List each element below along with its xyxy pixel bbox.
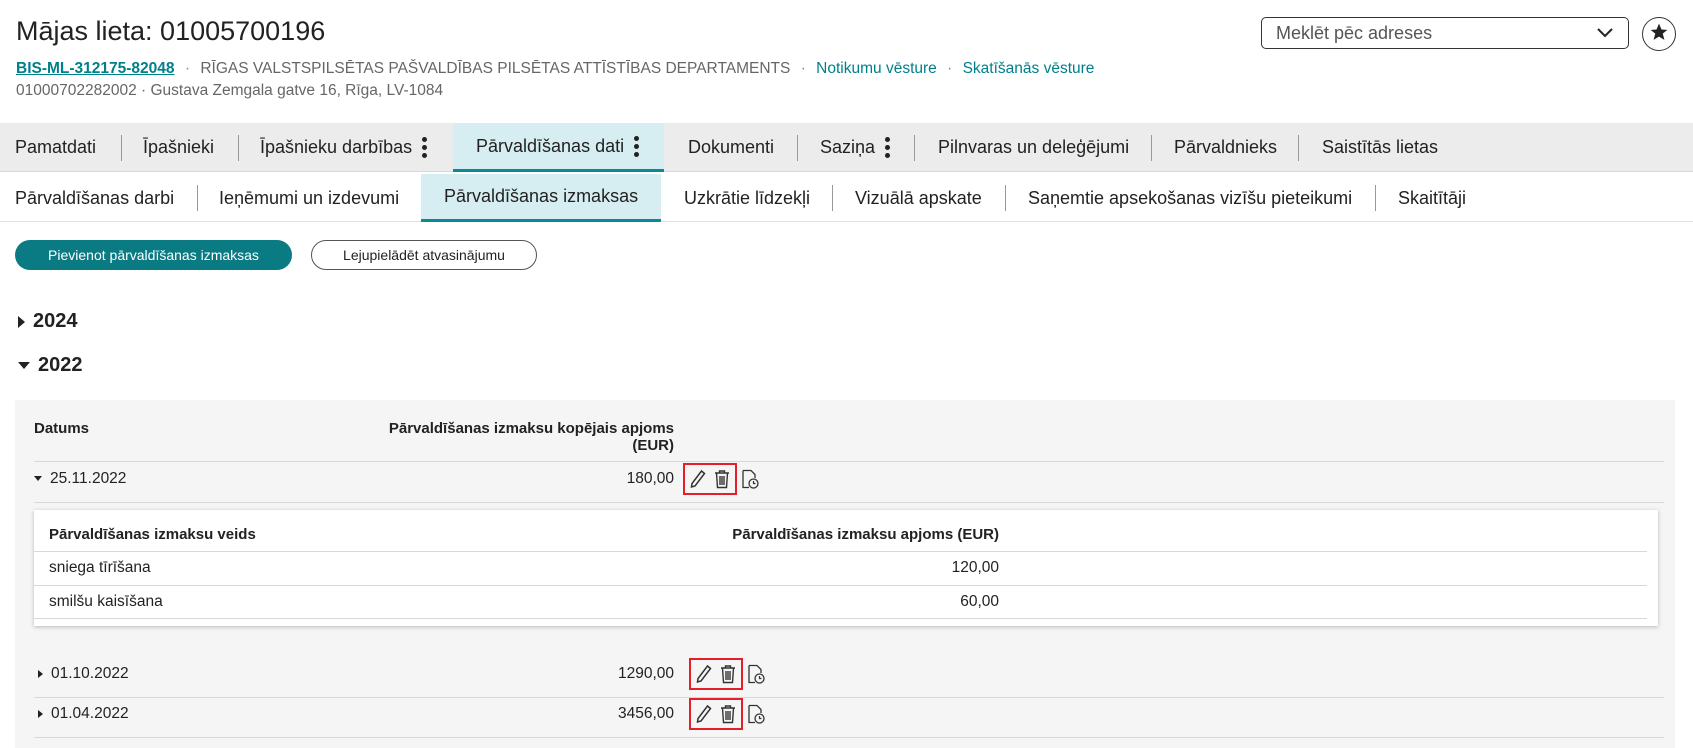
row-divider	[34, 551, 1647, 552]
caret-down-icon	[34, 476, 42, 482]
row-divider	[34, 461, 1664, 462]
tab-divider	[1005, 185, 1006, 211]
row-actions	[689, 658, 765, 690]
tab-saistitas-lietas[interactable]: Saistītās lietas	[1322, 123, 1438, 172]
caret-down-icon	[18, 362, 30, 369]
trash-icon[interactable]	[719, 664, 737, 684]
tab-ipasnieki[interactable]: Īpašnieki	[143, 123, 214, 172]
row-actions	[683, 463, 759, 495]
tab-divider	[1375, 185, 1376, 211]
tab-parvaldisanas-dati[interactable]: Pārvaldīšanas dati	[453, 123, 664, 172]
events-history-link[interactable]: Notikumu vēsture	[816, 60, 937, 77]
trash-icon[interactable]	[719, 704, 737, 724]
year-toggle-2024[interactable]: 2024	[18, 310, 78, 333]
detail-row-amount: 60,00	[960, 593, 999, 610]
row-divider	[34, 737, 1664, 738]
highlight-box	[689, 698, 743, 730]
main-tab-bar: Pamatdati Īpašnieki Īpašnieku darbības P…	[0, 123, 1693, 172]
document-clock-icon[interactable]	[747, 664, 765, 684]
separator: ·	[184, 60, 191, 77]
chevron-down-icon	[1596, 23, 1614, 44]
subtab-skaititaji[interactable]: Skaitītāji	[1398, 174, 1466, 222]
column-header-cost-amount: Pārvaldīšanas izmaksu apjoms (EUR)	[732, 526, 999, 543]
pencil-icon[interactable]	[695, 704, 713, 724]
views-history-link[interactable]: Skatīšanās vēsture	[963, 60, 1095, 77]
highlight-box	[683, 463, 737, 495]
tab-sazina[interactable]: Saziņa	[820, 123, 891, 172]
more-vertical-icon[interactable]	[885, 137, 891, 158]
case-meta-line: BIS-ML-312175-82048 · RĪGAS VALSTSPILSĒT…	[16, 60, 1094, 78]
table-row-total: 1290,00	[617, 665, 674, 682]
tab-divider	[197, 185, 198, 211]
tab-divider	[797, 135, 798, 161]
download-derivative-button[interactable]: Lejupielādēt atvasinājumu	[311, 240, 537, 270]
tab-divider	[121, 135, 122, 161]
subtab-vizuala-apskate[interactable]: Vizuālā apskate	[855, 174, 982, 222]
tab-pilnvaras[interactable]: Pilnvaras un deleģējumi	[938, 123, 1129, 172]
pencil-icon[interactable]	[689, 469, 707, 489]
table-row-date[interactable]: 25.11.2022	[34, 470, 126, 488]
tab-divider	[832, 185, 833, 211]
trash-icon[interactable]	[713, 469, 731, 489]
row-divider	[34, 697, 1664, 698]
tab-divider	[1298, 135, 1299, 161]
column-header-total: Pārvaldīšanas izmaksu kopējais apjoms (E…	[388, 420, 674, 454]
caret-right-icon	[38, 669, 43, 678]
subtab-apsekosanas-pieteikumi[interactable]: Saņemtie apsekošanas vizīšu pieteikumi	[1028, 174, 1352, 222]
star-icon	[1649, 22, 1669, 47]
add-management-costs-button[interactable]: Pievienot pārvaldīšanas izmaksas	[15, 240, 292, 270]
tab-pamatdati[interactable]: Pamatdati	[15, 123, 96, 172]
table-row-date[interactable]: 01.10.2022	[38, 665, 129, 683]
separator: ·	[800, 60, 806, 77]
separator: ·	[947, 60, 953, 77]
column-header-cost-type: Pārvaldīšanas izmaksu veids	[49, 526, 256, 543]
row-divider	[34, 585, 1647, 586]
more-vertical-icon[interactable]	[634, 135, 640, 157]
pencil-icon[interactable]	[695, 664, 713, 684]
caret-right-icon	[18, 315, 25, 328]
case-id-link[interactable]: BIS-ML-312175-82048	[16, 60, 175, 77]
column-header-date: Datums	[34, 420, 90, 437]
address-search-select[interactable]: Meklēt pēc adreses	[1261, 17, 1629, 49]
search-placeholder: Meklēt pēc adreses	[1276, 22, 1433, 43]
highlight-box	[689, 658, 743, 690]
subtab-uzkratie-lidzekli[interactable]: Uzkrātie līdzekļi	[684, 174, 810, 222]
table-row-total: 180,00	[626, 470, 674, 487]
tab-ipasnieku-darbibas[interactable]: Īpašnieku darbības	[260, 123, 428, 172]
row-divider	[34, 502, 1664, 503]
row-divider	[34, 618, 1647, 619]
table-row-total: 3456,00	[617, 705, 674, 722]
favorite-button[interactable]	[1642, 17, 1676, 51]
caret-right-icon	[38, 709, 43, 718]
subtab-parvaldisanas-izmaksas[interactable]: Pārvaldīšanas izmaksas	[421, 174, 661, 222]
tab-divider	[238, 135, 239, 161]
subtab-parvaldisanas-darbi[interactable]: Pārvaldīšanas darbi	[15, 174, 174, 222]
page-title: Mājas lieta: 01005700196	[16, 16, 326, 46]
tab-divider	[1151, 135, 1152, 161]
tab-divider	[914, 135, 915, 161]
document-clock-icon[interactable]	[741, 469, 759, 489]
detail-row-type: smilšu kaisīšana	[49, 593, 163, 610]
address-line: 01000702282002 · Gustava Zemgala gatve 1…	[16, 82, 444, 99]
tab-dokumenti[interactable]: Dokumenti	[688, 123, 774, 172]
more-vertical-icon[interactable]	[422, 137, 428, 158]
sub-tab-bar: Pārvaldīšanas darbi Ieņēmumi un izdevumi…	[0, 174, 1693, 222]
document-clock-icon[interactable]	[747, 704, 765, 724]
subtab-ienemumi-izdevumi[interactable]: Ieņēmumi un izdevumi	[219, 174, 399, 222]
year-toggle-2022[interactable]: 2022	[18, 354, 83, 377]
tab-parvaldnieks[interactable]: Pārvaldnieks	[1174, 123, 1277, 172]
table-row-date[interactable]: 01.04.2022	[38, 705, 129, 723]
detail-row-type: sniega tīrīšana	[49, 559, 151, 576]
row-actions	[689, 698, 765, 730]
detail-row-amount: 120,00	[951, 559, 999, 576]
department-name: RĪGAS VALSTSPILSĒTAS PAŠVALDĪBAS PILSĒTA…	[200, 60, 791, 77]
